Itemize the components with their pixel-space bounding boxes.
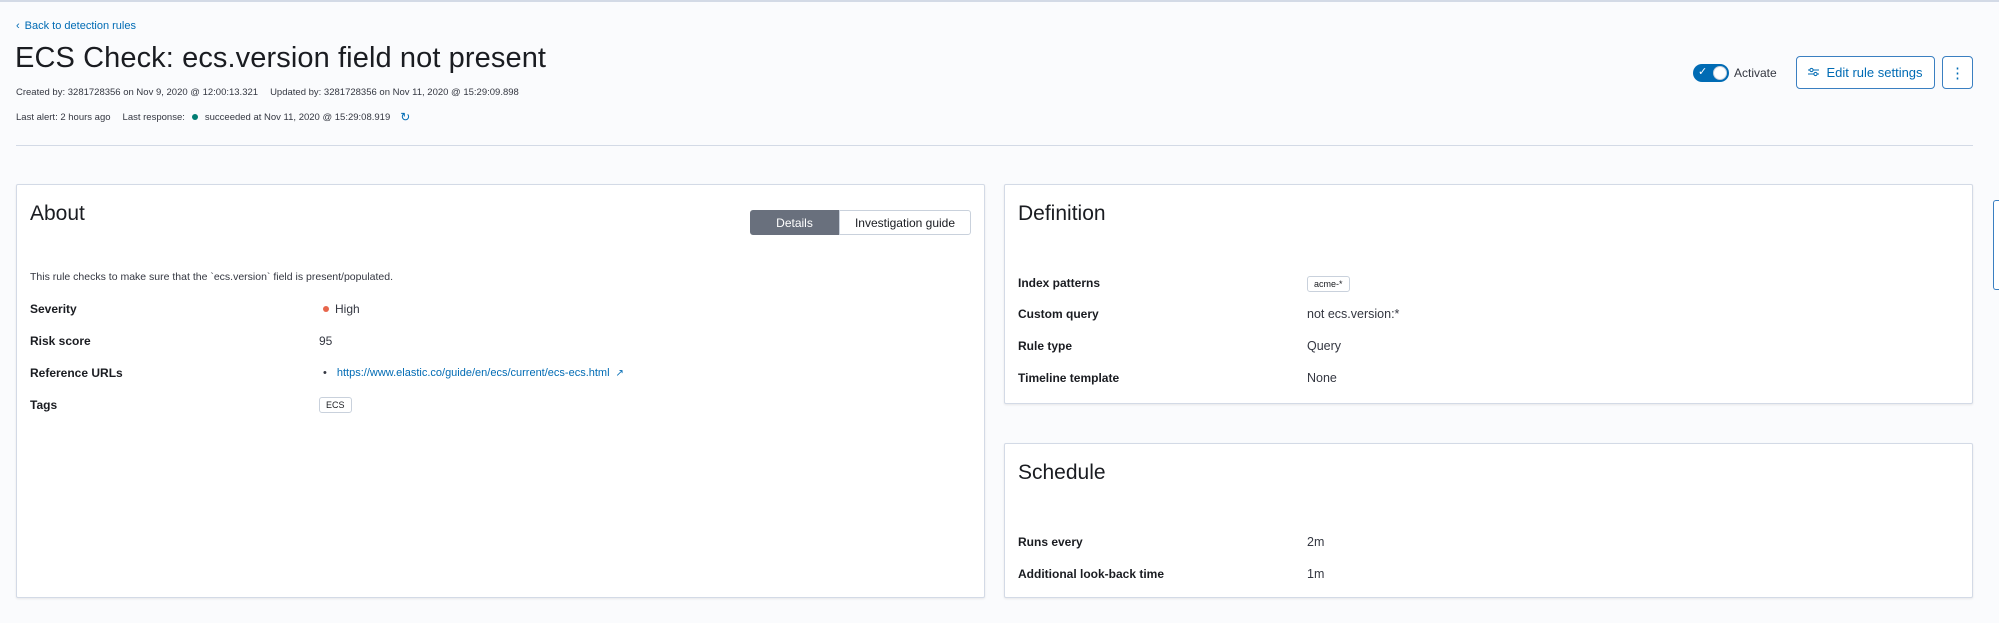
severity-text: High xyxy=(335,302,360,316)
rule-status: Last alert: 2 hours ago Last response: s… xyxy=(16,110,410,124)
definition-panel: Definition Index patterns acme-* Custom … xyxy=(1004,184,1973,404)
runs-every-label: Runs every xyxy=(1018,535,1083,549)
created-by: Created by: 3281728356 on Nov 9, 2020 @ … xyxy=(16,87,259,98)
severity-dot-icon xyxy=(323,306,329,312)
lookback-row: Additional look-back time 1m xyxy=(1018,567,1324,581)
index-patterns-row: Index patterns acme-* xyxy=(1018,276,1350,292)
timeline-template-label: Timeline template xyxy=(1018,371,1120,385)
activate-label: Activate xyxy=(1734,66,1777,80)
back-to-rules-link[interactable]: ‹ Back to detection rules xyxy=(16,20,136,32)
tags-value: ECS xyxy=(319,397,352,413)
about-tabs: Details Investigation guide xyxy=(750,210,971,235)
risk-score-label: Risk score xyxy=(30,334,91,348)
bullet: • xyxy=(323,367,327,379)
tag-badge: ECS xyxy=(319,397,352,413)
about-title: About xyxy=(30,202,85,225)
lookback-label: Additional look-back time xyxy=(1018,567,1165,581)
custom-query-label: Custom query xyxy=(1018,307,1099,321)
schedule-panel: Schedule Runs every 2m Additional look-b… xyxy=(1004,443,1973,598)
updated-by: Updated by: 3281728356 on Nov 11, 2020 @… xyxy=(270,87,519,98)
custom-query-value: not ecs.version:* xyxy=(1307,307,1400,321)
reference-urls-value: • https://www.elastic.co/guide/en/ecs/cu… xyxy=(319,367,624,379)
more-vertical-icon: ⋮ xyxy=(1950,64,1965,82)
rule-type-row: Rule type Query xyxy=(1018,339,1341,353)
reference-urls-row: Reference URLs • https://www.elastic.co/… xyxy=(30,366,624,380)
chevron-left-icon: ‹ xyxy=(16,19,20,32)
check-icon: ✓ xyxy=(1698,66,1708,78)
tags-row: Tags ECS xyxy=(30,397,352,413)
rule-description: This rule checks to make sure that the `… xyxy=(30,271,394,283)
edit-button-label: Edit rule settings xyxy=(1826,65,1923,80)
rule-meta: Created by: 3281728356 on Nov 9, 2020 @ … xyxy=(16,87,519,98)
index-patterns-label: Index patterns xyxy=(1018,276,1101,290)
rule-type-value: Query xyxy=(1307,339,1342,353)
severity-row: Severity High xyxy=(30,302,360,316)
risk-score-value: 95 xyxy=(319,334,333,348)
index-patterns-value: acme-* xyxy=(1307,276,1350,292)
last-response-value: succeeded at Nov 11, 2020 @ 15:29:08.919 xyxy=(204,111,391,123)
external-link-icon: ↗ xyxy=(615,367,624,379)
last-response-label: Last response: xyxy=(122,111,185,123)
definition-title: Definition xyxy=(1018,202,1106,225)
severity-label: Severity xyxy=(30,302,77,316)
tags-label: Tags xyxy=(30,398,58,412)
flyout-edge-tab[interactable] xyxy=(1993,200,1999,290)
activate-toggle[interactable]: ✓ xyxy=(1693,64,1729,82)
severity-value: High xyxy=(319,302,360,316)
top-border xyxy=(0,0,1999,2)
rule-type-label: Rule type xyxy=(1018,339,1073,353)
risk-score-row: Risk score 95 xyxy=(30,334,332,348)
back-link-label: Back to detection rules xyxy=(24,20,136,32)
edit-rule-settings-button[interactable]: Edit rule settings xyxy=(1796,56,1935,89)
more-actions-button[interactable]: ⋮ xyxy=(1942,56,1973,89)
index-pattern-badge: acme-* xyxy=(1307,276,1350,292)
toggle-knob xyxy=(1713,66,1727,80)
status-dot-icon xyxy=(191,114,198,120)
runs-every-row: Runs every 2m xyxy=(1018,535,1324,549)
page-title: ECS Check: ecs.version field not present xyxy=(15,42,547,74)
timeline-template-row: Timeline template None xyxy=(1018,371,1337,385)
last-response: Last response: succeeded at Nov 11, 2020… xyxy=(123,110,411,124)
reference-url-link[interactable]: https://www.elastic.co/guide/en/ecs/curr… xyxy=(337,367,610,379)
last-alert: Last alert: 2 hours ago xyxy=(16,111,111,123)
about-panel: About Details Investigation guide This r… xyxy=(16,184,985,598)
tab-details[interactable]: Details xyxy=(750,210,839,235)
header-divider xyxy=(16,145,1973,146)
reference-urls-label: Reference URLs xyxy=(30,366,123,380)
settings-sliders-icon xyxy=(1808,65,1820,80)
tab-investigation-guide[interactable]: Investigation guide xyxy=(839,210,971,235)
refresh-icon[interactable]: ↻ xyxy=(400,110,410,124)
lookback-value: 1m xyxy=(1307,567,1325,581)
custom-query-row: Custom query not ecs.version:* xyxy=(1018,307,1399,321)
schedule-title: Schedule xyxy=(1018,461,1106,484)
timeline-template-value: None xyxy=(1307,371,1337,385)
runs-every-value: 2m xyxy=(1307,535,1325,549)
